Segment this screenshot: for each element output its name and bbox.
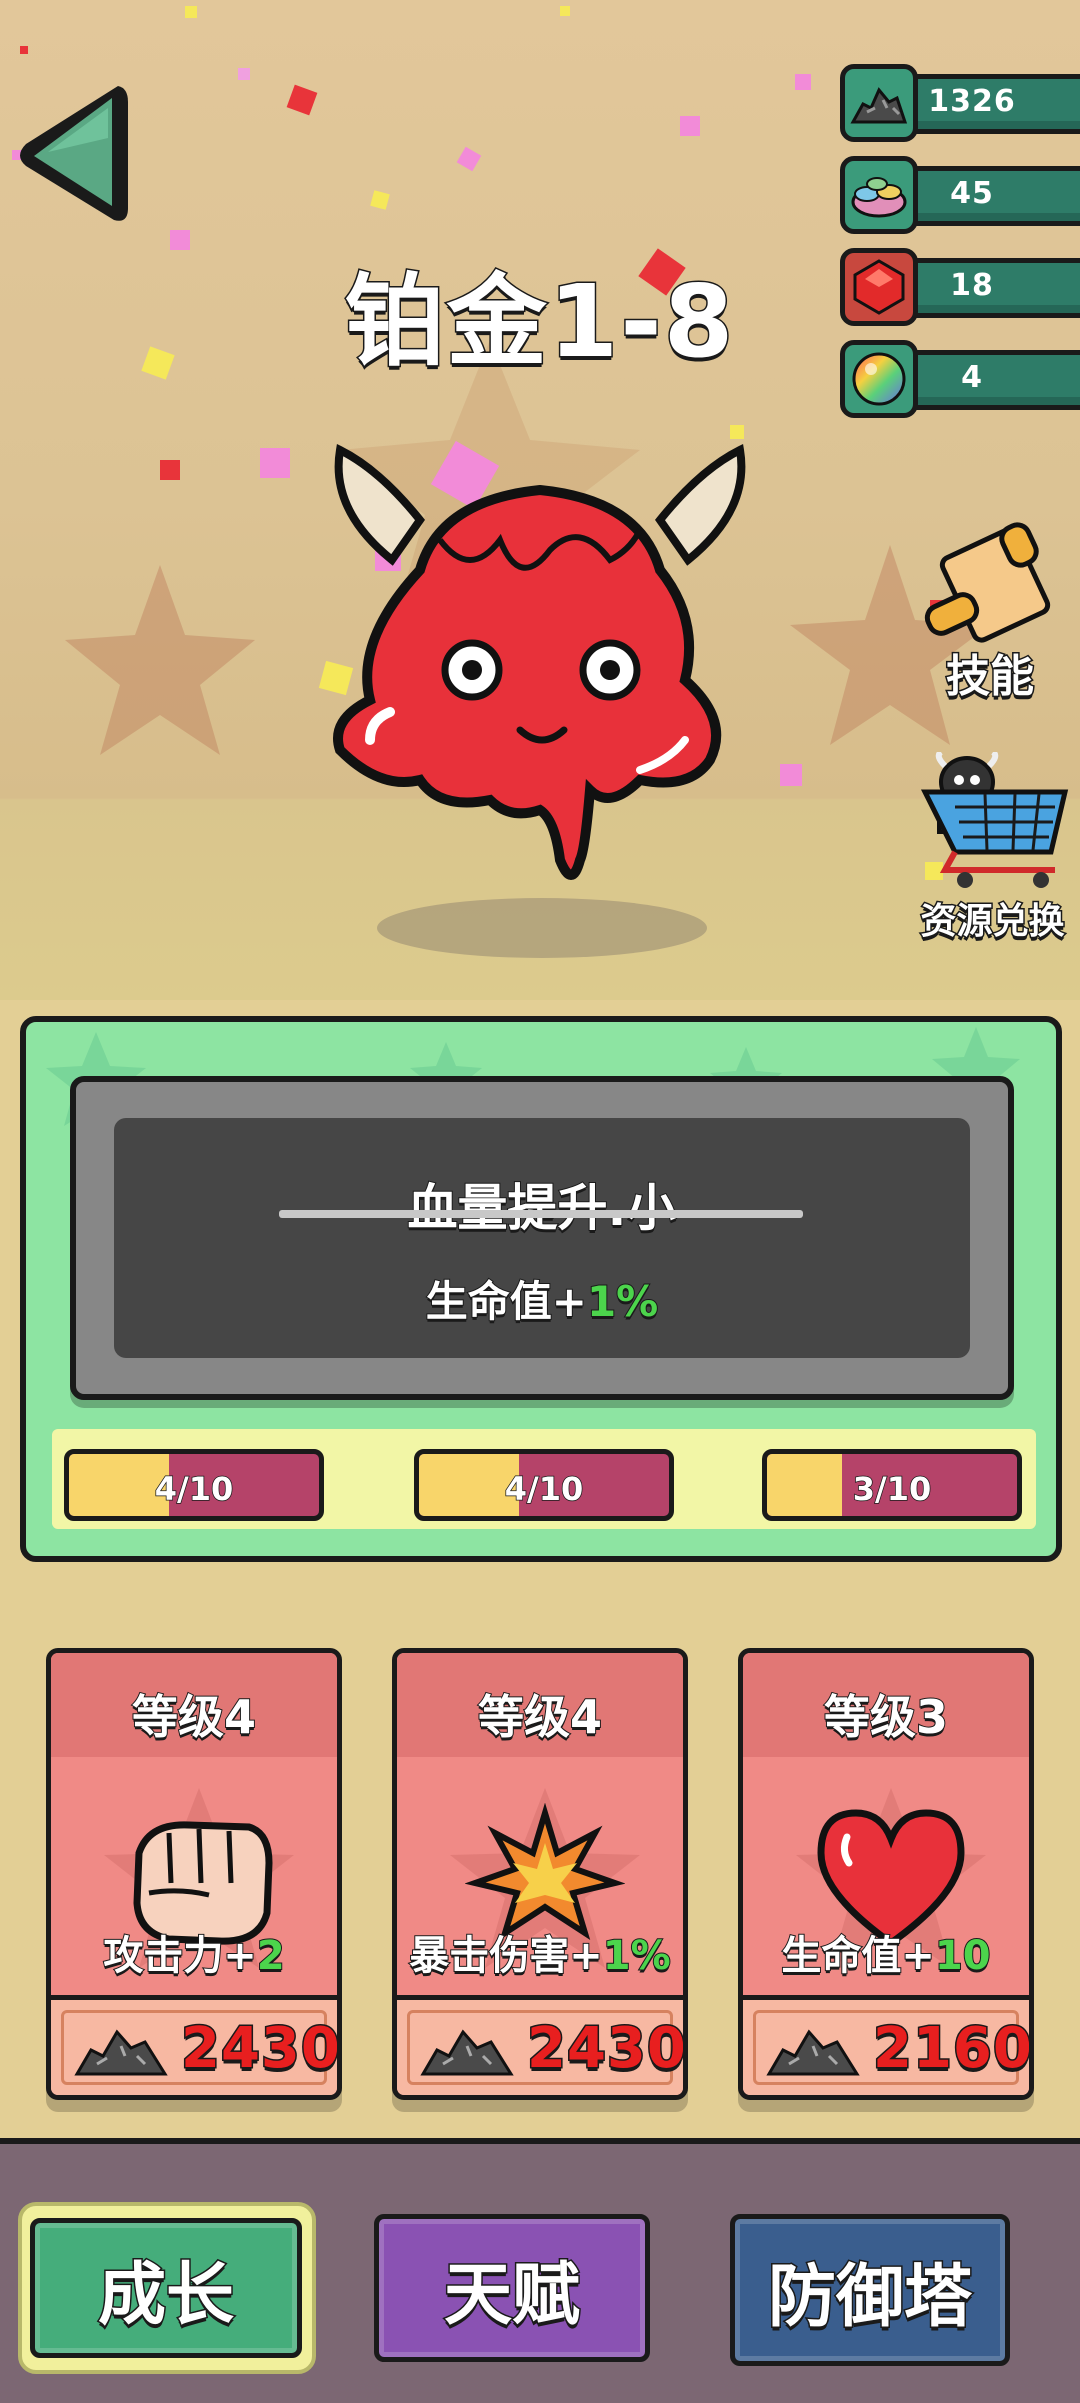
skills-button[interactable]: 技能 [905, 520, 1075, 710]
ore-pile-icon [74, 2029, 168, 2076]
card-bonus-value: 2 [256, 1932, 286, 1980]
upgrade-panel: 血量提升.小 生命值+1% 4/10 4/10 3/10 [20, 1016, 1062, 1562]
progress-bar-3: 3/10 [762, 1449, 1022, 1521]
card-level: 等级4 [131, 1689, 257, 1745]
upgrade-card-health[interactable]: 等级3 生命值+10 2160 [738, 1648, 1034, 2100]
resource-exchange-label: 资源兑换 [919, 900, 1066, 944]
card-price: 2430 [526, 2015, 687, 2083]
card-bonus-label: 暴击伤害+ [408, 1932, 604, 1980]
skill-effect: 生命值+1% [114, 1268, 970, 1329]
card-level: 等级4 [477, 1689, 603, 1745]
upgrade-card-attack[interactable]: 等级4 攻击力+2 2430 [46, 1648, 342, 2100]
skills-label: 技能 [945, 650, 1036, 704]
resource-ruby[interactable]: 18 [840, 248, 1080, 326]
resource-gems-value: 45 [950, 176, 994, 211]
skill-divider [279, 1210, 803, 1218]
resource-gems[interactable]: 45 [840, 156, 1080, 234]
skill-effect-label: 生命值+ [425, 1276, 588, 1327]
ore-pile-icon [840, 64, 918, 142]
upgrade-card-crit[interactable]: 等级4 暴击伤害+1% 2430 [392, 1648, 688, 2100]
tab-growth[interactable]: 成长 [30, 2218, 302, 2358]
card-bonus-value: 1% [602, 1932, 672, 1980]
resource-orb-value: 4 [961, 360, 983, 395]
card-price: 2430 [180, 2015, 341, 2083]
shopping-cart-icon [920, 752, 1069, 888]
card-price-box: 2430 [51, 1995, 337, 2095]
progress-text-3: 3/10 [852, 1469, 932, 1509]
resource-orb[interactable]: 4 [840, 340, 1080, 418]
tab-tower[interactable]: 防御塔 [730, 2214, 1010, 2366]
gem-pile-icon [840, 156, 918, 234]
resource-ore-value: 1326 [928, 84, 1016, 119]
resource-exchange-button[interactable]: 资源兑换 [905, 752, 1080, 944]
progress-strip: 4/10 4/10 3/10 [52, 1429, 1036, 1529]
progress-text-1: 4/10 [154, 1469, 234, 1509]
card-level: 等级3 [823, 1689, 949, 1745]
tab-tower-label: 防御塔 [766, 2256, 973, 2338]
scroll-icon [924, 522, 1051, 643]
card-price: 2160 [872, 2015, 1033, 2083]
skill-effect-value: 1% [586, 1276, 659, 1327]
red-slime-character[interactable] [310, 430, 770, 970]
card-bonus: 攻击力+2 [51, 1923, 337, 1981]
tab-talent[interactable]: 天赋 [374, 2214, 650, 2362]
tab-talent-label: 天赋 [442, 2254, 581, 2336]
skill-name: 血量提升.小 [407, 1178, 678, 1238]
ore-pile-icon [766, 2029, 860, 2076]
card-bonus: 生命值+10 [743, 1923, 1029, 1981]
tab-growth-label: 成长 [96, 2254, 235, 2336]
progress-bar-1: 4/10 [64, 1449, 324, 1521]
progress-text-2: 4/10 [504, 1469, 584, 1509]
card-price-box: 2160 [743, 1995, 1029, 2095]
battle-scene: 铂金1-8 1326 45 18 4 技能 资源兑换 [0, 0, 1080, 1000]
back-arrow-icon [20, 86, 128, 221]
back-button[interactable] [8, 78, 132, 232]
rainbow-orb-icon [840, 340, 918, 418]
ruby-icon [840, 248, 918, 326]
card-bonus-label: 攻击力+ [102, 1932, 258, 1980]
skill-info-frame: 血量提升.小 生命值+1% [70, 1076, 1014, 1400]
ore-pile-icon [420, 2029, 514, 2076]
skill-info-card: 血量提升.小 生命值+1% [114, 1118, 970, 1358]
resource-ruby-value: 18 [950, 268, 994, 303]
card-price-box: 2430 [397, 1995, 683, 2095]
card-bonus-value: 10 [934, 1932, 992, 1980]
card-bonus: 暴击伤害+1% [397, 1923, 683, 1981]
card-bonus-label: 生命值+ [780, 1932, 936, 1980]
resource-ore[interactable]: 1326 [840, 64, 1080, 142]
bottom-nav: 成长 天赋 防御塔 [0, 2138, 1080, 2403]
progress-bar-2: 4/10 [414, 1449, 674, 1521]
